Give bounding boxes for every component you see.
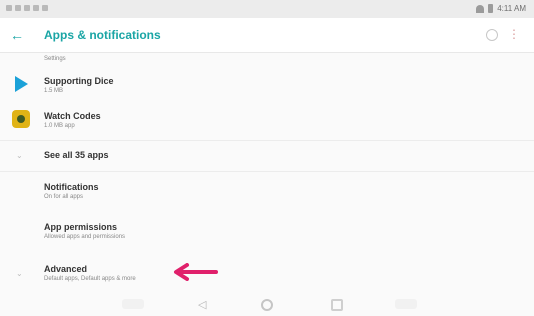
- back-arrow-icon[interactable]: ←: [9, 27, 25, 43]
- list-item[interactable]: Supporting Dice 1.5 MB: [0, 69, 534, 103]
- page-title: Apps & notifications: [44, 28, 161, 42]
- nav-back-icon[interactable]: ◁: [198, 298, 210, 311]
- more-options-icon[interactable]: ⋮: [508, 27, 520, 41]
- divider: [0, 140, 534, 141]
- app-bar: ← Apps & notifications ⋮: [0, 18, 534, 53]
- notification-icon: [6, 5, 12, 11]
- list-item-title: App permissions: [44, 222, 118, 232]
- nav-home-icon[interactable]: [261, 299, 273, 311]
- battery-icon: [488, 4, 494, 13]
- pointer-arrow-icon: [174, 263, 218, 281]
- list-item[interactable]: Notifications On for all apps: [0, 176, 534, 208]
- list-item-subtitle: On for all apps: [44, 194, 84, 200]
- status-bar: 4:11 AM: [0, 0, 534, 18]
- notification-icon: [33, 5, 39, 11]
- nav-placeholder: [122, 299, 144, 309]
- list-item-subtitle: Default apps, Default apps & more: [44, 276, 136, 282]
- divider: [0, 171, 534, 172]
- search-icon[interactable]: [486, 29, 498, 41]
- list-item[interactable]: ⌄ See all 35 apps: [0, 142, 534, 168]
- list-item[interactable]: ⌄ Advanced Default apps, Default apps & …: [0, 257, 534, 289]
- chevron-down-icon: ⌄: [16, 269, 23, 278]
- list-item-title: Advanced: [44, 264, 88, 274]
- list-item-title: See all 35 apps: [44, 150, 109, 160]
- nav-recents-icon[interactable]: [331, 299, 343, 311]
- weather-app-icon: [12, 110, 30, 128]
- notification-icon: [24, 5, 30, 11]
- list-item-subtitle: 1.5 MB: [44, 88, 64, 94]
- notification-icon: [42, 5, 48, 11]
- app-icon: [12, 75, 30, 93]
- chevron-down-icon: ⌄: [16, 151, 23, 160]
- list-item-subtitle: Allowed apps and permissions: [44, 234, 126, 240]
- list-item-title: Watch Codes: [44, 111, 101, 121]
- section-subtitle: Settings: [44, 56, 66, 62]
- list-item[interactable]: Watch Codes 1.0 MB app: [0, 103, 534, 139]
- list-item-title: Notifications: [44, 182, 99, 192]
- notification-icons: [6, 5, 48, 11]
- list-item[interactable]: App permissions Allowed apps and permiss…: [0, 216, 534, 248]
- wifi-icon: [476, 4, 485, 13]
- notification-icon: [15, 5, 21, 11]
- clock: 4:11 AM: [497, 4, 526, 13]
- status-icons: 4:11 AM: [476, 4, 526, 13]
- system-nav-bar: ◁: [0, 292, 534, 316]
- play-store-icon: [15, 76, 28, 92]
- list-item-subtitle: 1.0 MB app: [44, 123, 75, 129]
- list-item-title: Supporting Dice: [44, 76, 114, 86]
- nav-placeholder: [395, 299, 417, 309]
